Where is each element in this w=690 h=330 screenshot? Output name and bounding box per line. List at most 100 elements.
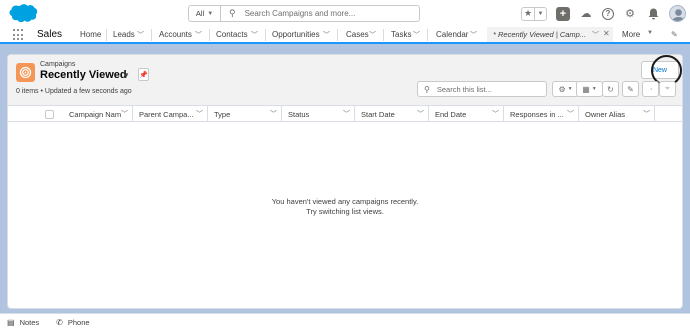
list-view-header: Campaigns Recently Viewed ▼ 📌 0 items • … (8, 55, 682, 106)
column-header-responses[interactable]: Responses in ... ﹀ (504, 106, 579, 122)
nav-item-leads[interactable]: Leads (113, 30, 135, 39)
app-name: Sales (37, 29, 63, 40)
chevron-down-icon[interactable]: ▼ (534, 7, 546, 20)
refresh-button[interactable]: ↻ (602, 81, 619, 97)
chevron-down-icon[interactable]: ﹀ (369, 30, 376, 40)
table-header: Campaign Name ﹀ Parent Campa... ﹀ Type ﹀ St… (8, 106, 682, 122)
chevron-down-icon[interactable]: ﹀ (343, 109, 350, 119)
nav-item-home[interactable]: Home (80, 30, 101, 39)
global-create-icon[interactable]: + (556, 6, 570, 21)
nav-divider (209, 29, 210, 41)
table-icon: ▦ (582, 84, 590, 94)
chevron-down-icon[interactable]: ﹀ (470, 30, 477, 40)
global-search[interactable]: All ▼ ⚲ Search Campaigns and more... (188, 5, 420, 22)
salesforce-logo[interactable] (8, 3, 38, 24)
star-icon[interactable]: ★ (522, 8, 534, 20)
chevron-down-icon[interactable]: ﹀ (195, 30, 202, 40)
nav-item-opportunities[interactable]: Opportunities (272, 30, 320, 39)
list-view-card: Campaigns Recently Viewed ▼ 📌 0 items • … (7, 54, 683, 309)
chevron-down-icon[interactable]: ﹀ (137, 30, 144, 40)
edit-list-button[interactable]: ✎ (622, 81, 639, 97)
chevron-down-icon[interactable]: ﹀ (492, 109, 499, 119)
chevron-down-icon[interactable]: ▼ (122, 71, 130, 80)
list-search-input[interactable]: ⚲ Search this list... (417, 81, 547, 97)
gear-icon: ⚙ (558, 84, 566, 94)
chevron-down-icon[interactable]: ﹀ (251, 30, 258, 40)
chevron-down-icon[interactable]: ﹀ (567, 109, 574, 119)
empty-state-line-1: You haven't viewed any campaigns recentl… (271, 197, 419, 206)
bell-icon[interactable] (646, 7, 660, 21)
list-view-controls-button[interactable]: ⚙ ▼ (552, 81, 579, 97)
chevron-down-icon[interactable]: ﹀ (270, 109, 277, 119)
select-all-checkbox[interactable] (45, 110, 54, 119)
nav-divider (151, 29, 152, 41)
empty-state-line-2: Try switching list views. (306, 207, 384, 216)
display-as-button[interactable]: ▦ ▼ (576, 81, 603, 97)
column-label: End Date (435, 109, 467, 119)
chevron-down-icon: ▼ (207, 10, 214, 17)
pin-icon[interactable]: 📌 (138, 68, 149, 81)
empty-state-message: You haven't viewed any campaigns recentl… (8, 197, 682, 217)
active-tab-label[interactable]: * Recently Viewed | Camp... (493, 30, 588, 39)
favorites-group[interactable]: ★ ▼ (521, 6, 547, 21)
chevron-down-icon: ▼ (591, 86, 597, 92)
global-header: All ▼ ⚲ Search Campaigns and more... ★ ▼… (0, 0, 690, 27)
chevron-down-icon: ▼ (567, 86, 573, 92)
utility-notes-label: Notes (19, 317, 40, 327)
search-scope-label: All (195, 9, 205, 18)
filter-icon: ⏷ (664, 84, 671, 93)
column-label: Start Date (361, 109, 395, 119)
list-status-text: 0 items • Updated a few seconds ago (16, 88, 132, 95)
utility-item-notes[interactable]: ▤ Notes (7, 318, 39, 327)
pencil-icon[interactable]: ✎ (671, 30, 678, 39)
global-search-input[interactable]: Search Campaigns and more... (245, 9, 356, 18)
notes-icon: ▤ (7, 317, 15, 327)
column-label: Parent Campa... (139, 109, 194, 119)
utility-item-phone[interactable]: ✆ Phone (56, 318, 89, 327)
chart-icon: ◔ (648, 84, 653, 94)
column-label: Responses in ... (510, 109, 564, 119)
nav-item-accounts[interactable]: Accounts (159, 30, 192, 39)
chevron-down-icon[interactable]: ﹀ (323, 30, 330, 40)
charts-button[interactable]: ◔ (642, 81, 659, 97)
gear-icon[interactable]: ⚙ (623, 7, 637, 21)
nav-item-tasks[interactable]: Tasks (391, 30, 411, 39)
column-header-end-date[interactable]: End Date ﹀ (429, 106, 504, 122)
user-avatar[interactable] (669, 5, 686, 22)
chevron-down-icon[interactable]: ﹀ (592, 30, 599, 40)
column-header-campaign-name[interactable]: Campaign Name ﹀ (63, 106, 133, 122)
nav-more[interactable]: More (622, 30, 640, 39)
close-icon[interactable]: ✕ (603, 29, 610, 38)
object-breadcrumb[interactable]: Campaigns (40, 61, 75, 68)
column-header-owner-alias[interactable]: Owner Alias ﹀ (579, 106, 655, 122)
chevron-down-icon[interactable]: ▼ (647, 30, 653, 36)
chevron-down-icon[interactable]: ﹀ (413, 30, 420, 40)
nav-item-contacts[interactable]: Contacts (216, 30, 248, 39)
nav-item-calendar[interactable]: Calendar (436, 30, 468, 39)
column-header-type[interactable]: Type ﹀ (208, 106, 282, 122)
nav-divider (265, 29, 266, 41)
chevron-down-icon[interactable]: ﹀ (196, 109, 203, 119)
column-label: Owner Alias (585, 109, 626, 119)
nav-divider (383, 29, 384, 41)
nav-item-cases[interactable]: Cases (346, 30, 369, 39)
search-scope-dropdown[interactable]: All ▼ (189, 6, 221, 21)
chevron-down-icon[interactable]: ﹀ (643, 109, 650, 119)
chevron-down-icon[interactable]: ﹀ (121, 109, 128, 119)
pencil-icon: ✎ (627, 84, 634, 94)
chevron-down-icon[interactable]: ﹀ (417, 109, 424, 119)
filter-button[interactable]: ⏷ (659, 81, 676, 97)
refresh-icon: ↻ (607, 84, 614, 94)
global-actions: ★ ▼ + ☁ ? ⚙ (521, 5, 686, 22)
column-header-parent-campaign[interactable]: Parent Campa... ﹀ (133, 106, 208, 122)
list-view-title[interactable]: Recently Viewed (40, 69, 127, 81)
question-icon[interactable]: ? (602, 7, 614, 20)
column-header-start-date[interactable]: Start Date ﹀ (355, 106, 429, 122)
column-header-status[interactable]: Status ﹀ (282, 106, 355, 122)
phone-icon: ✆ (56, 317, 63, 327)
list-search-placeholder: Search this list... (436, 84, 492, 94)
cloud-help-icon[interactable]: ☁ (579, 7, 593, 21)
column-label: Type (214, 109, 231, 119)
app-launcher-icon[interactable] (13, 29, 25, 41)
column-label: Campaign Name (69, 109, 121, 119)
